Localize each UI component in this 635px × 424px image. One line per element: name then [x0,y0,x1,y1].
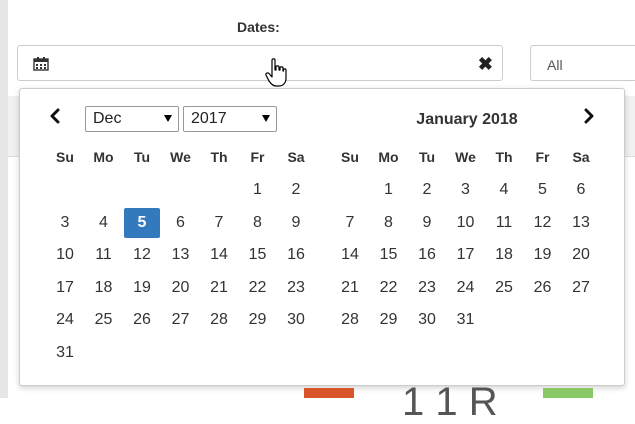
date-range-input[interactable]: ✖ [17,45,503,81]
calendar-day[interactable]: 4 [85,208,123,238]
clear-icon[interactable]: ✖ [478,55,493,73]
calendar-day[interactable]: 7 [331,208,369,238]
calendar-day[interactable]: 19 [524,240,562,270]
calendar-day[interactable]: 16 [408,240,446,270]
calendar-day[interactable]: 25 [85,305,123,335]
calendar-day[interactable]: 4 [485,175,523,205]
calendar-day[interactable]: 28 [331,305,369,335]
calendar-day[interactable]: 12 [123,240,161,270]
calendar-day[interactable]: 27 [162,305,200,335]
calendar-day[interactable]: 5 [524,175,562,205]
calendar-day[interactable]: 13 [162,240,200,270]
weekday-header: We [170,149,191,165]
chevron-down-icon [164,115,172,122]
calendar-day[interactable]: 29 [370,305,408,335]
calendar-day[interactable]: 18 [485,240,523,270]
calendar-day[interactable]: 17 [46,273,84,303]
calendar-day[interactable]: 11 [85,240,123,270]
calendar-day-selected[interactable]: 5 [124,207,160,238]
weekday-header: Tu [418,149,436,165]
calendar-icon [33,57,49,71]
calendar-day[interactable]: 27 [562,273,600,303]
calendar-day[interactable]: 26 [524,273,562,303]
weekday-header: Sa [572,149,590,165]
calendar-day[interactable]: 16 [277,240,315,270]
year-select-value: 2017 [191,110,227,127]
calendar-day[interactable]: 30 [277,305,315,335]
weekday-header: We [455,149,476,165]
calendar-day[interactable]: 30 [408,305,446,335]
calendar-day[interactable]: 31 [46,338,84,368]
prev-month-icon[interactable] [48,108,62,124]
calendar-day[interactable]: 13 [562,208,600,238]
year-select[interactable]: 2017 [183,106,277,132]
calendar-day[interactable]: 22 [239,273,277,303]
right-month-title: January 2018 [416,111,518,128]
weekday-header: Fr [250,149,265,165]
calendar-day[interactable]: 18 [85,273,123,303]
calendar-day[interactable]: 17 [447,240,485,270]
calendar-day[interactable]: 3 [447,175,485,205]
calendar-day[interactable]: 19 [123,273,161,303]
dates-label: Dates: [237,19,280,35]
calendar-day[interactable]: 15 [239,240,277,270]
calendar-day[interactable]: 23 [277,273,315,303]
calendar-day[interactable]: 21 [200,273,238,303]
next-month-icon[interactable] [582,108,596,124]
calendar-day[interactable]: 7 [200,208,238,238]
calendar-day[interactable]: 20 [562,240,600,270]
calendar-day[interactable]: 8 [370,208,408,238]
hand-cursor-icon [265,58,287,87]
calendar-day[interactable]: 22 [370,273,408,303]
calendar-day[interactable]: 11 [485,208,523,238]
window-edge [0,0,8,398]
weekday-header: Tu [133,149,151,165]
calendar-day[interactable]: 8 [239,208,277,238]
calendar-day[interactable]: 1 [370,175,408,205]
calendar-day[interactable]: 14 [200,240,238,270]
background-card-red [304,388,354,398]
weekday-header: Sa [287,149,305,165]
calendar-day[interactable]: 10 [46,240,84,270]
calendar-day[interactable]: 24 [46,305,84,335]
weekday-header: Mo [378,149,399,165]
calendar-day[interactable]: 3 [46,208,84,238]
calendar-day[interactable]: 6 [562,175,600,205]
calendar-day[interactable]: 9 [408,208,446,238]
calendar-day[interactable]: 6 [162,208,200,238]
calendar-day[interactable]: 14 [331,240,369,270]
calendar-day[interactable]: 2 [277,175,315,205]
weekday-header: Fr [535,149,550,165]
calendar-day[interactable]: 29 [239,305,277,335]
calendar-day[interactable]: 10 [447,208,485,238]
weekday-header: Mo [93,149,114,165]
weekday-header: Su [341,149,359,165]
weekday-header: Th [495,149,513,165]
calendar-day[interactable]: 20 [162,273,200,303]
weekday-header: Su [56,149,74,165]
calendar-day[interactable]: 2 [408,175,446,205]
month-select-value: Dec [93,110,122,127]
weekday-header: Th [210,149,228,165]
background-card-green [543,388,593,398]
chevron-down-icon [262,115,270,122]
calendar-day[interactable]: 1 [239,175,277,205]
calendar-day[interactable]: 31 [447,305,485,335]
calendar-day[interactable]: 15 [370,240,408,270]
month-select[interactable]: Dec [85,106,179,132]
background-number: 1 1 R [402,380,498,424]
calendar-day[interactable]: 24 [447,273,485,303]
calendar-day[interactable]: 12 [524,208,562,238]
calendar-day[interactable]: 21 [331,273,369,303]
calendar-day[interactable]: 23 [408,273,446,303]
secondary-filter-select[interactable]: All [530,45,635,81]
date-picker-popup: Dec 2017 January 2018 Su Mo Tu We Th Fr Sa 1 2 3 4… [19,88,625,386]
calendar-day[interactable]: 9 [277,208,315,238]
calendar-day[interactable]: 26 [123,305,161,335]
calendar-day[interactable]: 28 [200,305,238,335]
calendar-day[interactable]: 25 [485,273,523,303]
